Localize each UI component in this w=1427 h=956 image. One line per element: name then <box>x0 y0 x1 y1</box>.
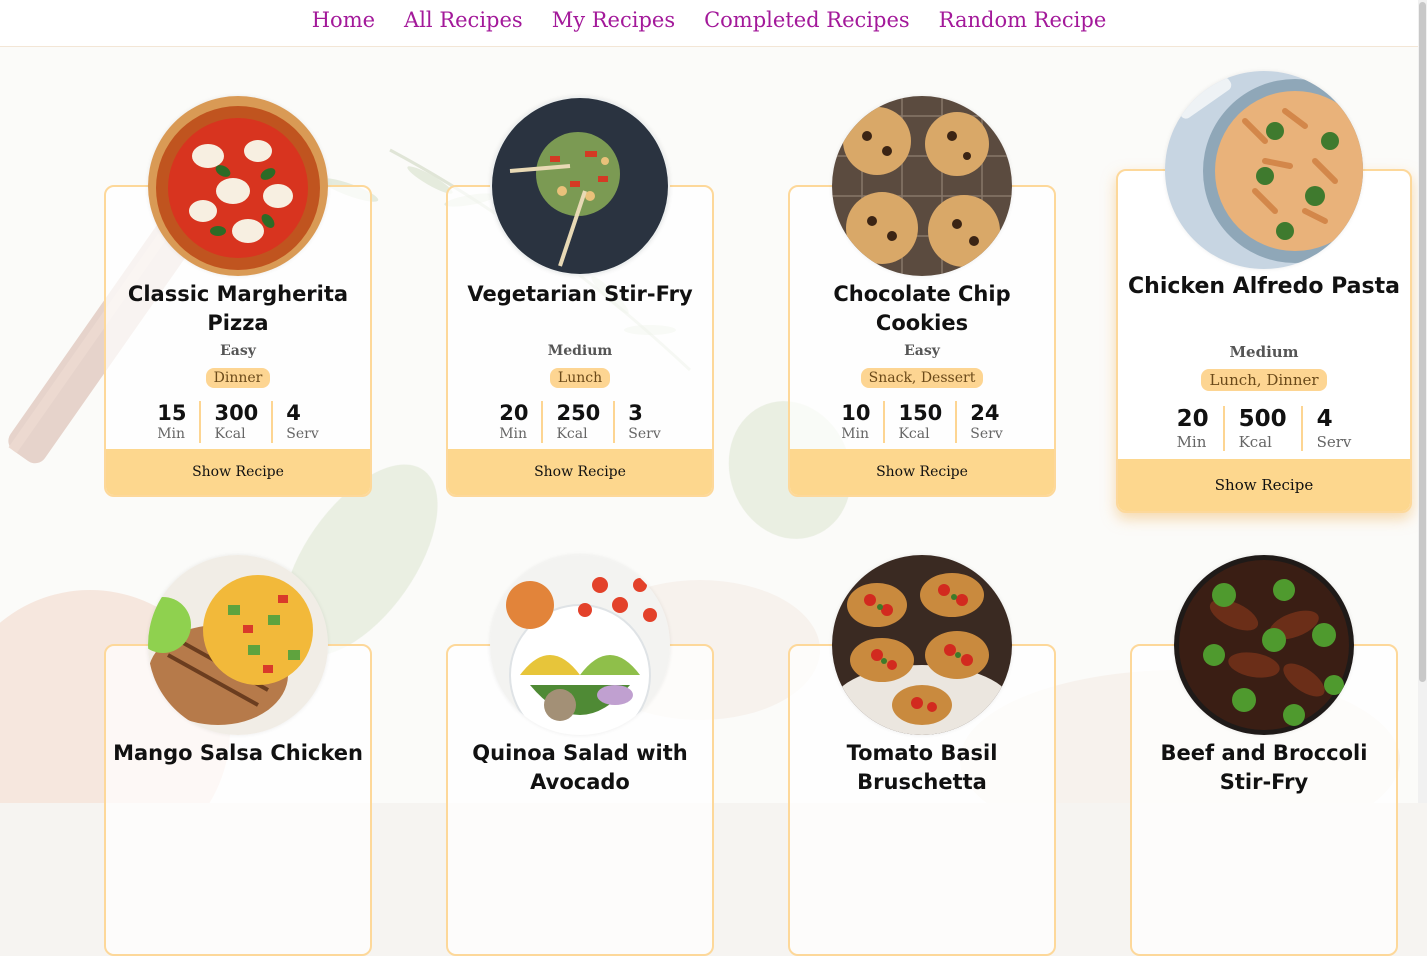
time-unit: Min <box>157 426 186 442</box>
servings-value: 24 <box>970 401 1000 425</box>
recipe-stats: 20 Min 500 Kcal 4 Serv <box>1118 406 1410 451</box>
calories-unit: Kcal <box>214 426 246 442</box>
scrollbar-thumb[interactable] <box>1419 2 1426 682</box>
calories-unit: Kcal <box>556 426 588 442</box>
servings-unit: Serv <box>970 426 1003 442</box>
show-recipe-button[interactable]: Show Recipe <box>790 449 1054 495</box>
difficulty-label: Easy <box>220 343 256 359</box>
calories-value: 500 <box>1238 406 1287 432</box>
nav-home-link[interactable]: Home <box>312 8 375 32</box>
recipe-title: Mango Salsa Chicken <box>113 741 363 765</box>
recipe-stats: 10 Min 150 Kcal 24 Serv <box>790 401 1054 443</box>
chicken-photo <box>148 555 328 735</box>
time-unit: Min <box>1176 433 1207 451</box>
servings-value: 3 <box>628 401 643 425</box>
calories-value: 150 <box>898 401 943 425</box>
servings-unit: Serv <box>1316 433 1352 451</box>
recipe-title: Classic Margherita Pizza <box>127 282 349 335</box>
stir-fry-photo <box>490 96 670 276</box>
servings-value: 4 <box>1316 406 1333 432</box>
pasta-photo <box>1165 71 1363 269</box>
recipe-stats: 20 Min 250 Kcal 3 Serv <box>448 401 712 443</box>
scrollbar[interactable] <box>1418 0 1427 803</box>
calories-value: 300 <box>214 401 259 425</box>
show-recipe-button[interactable]: Show Recipe <box>106 449 370 495</box>
difficulty-label: Medium <box>547 343 613 359</box>
top-navbar: Home All Recipes My Recipes Completed Re… <box>0 0 1418 47</box>
recipe-title: Chocolate Chip Cookies <box>833 282 1011 335</box>
recipe-title: Vegetarian Stir-Fry <box>467 282 693 306</box>
difficulty-label: Medium <box>1229 343 1299 361</box>
meal-type-badge: Dinner <box>205 368 271 388</box>
meal-type-badge: Lunch, Dinner <box>1201 369 1327 391</box>
time-value: 20 <box>499 401 529 425</box>
calories-unit: Kcal <box>898 426 930 442</box>
servings-value: 4 <box>286 401 301 425</box>
meal-type-badge: Lunch <box>549 368 611 388</box>
recipe-title: Chicken Alfredo Pasta <box>1128 274 1400 299</box>
difficulty-label: Easy <box>904 343 940 359</box>
beef-broccoli-photo <box>1174 555 1354 735</box>
time-value: 20 <box>1176 406 1209 432</box>
nav-all-recipes-link[interactable]: All Recipes <box>404 8 523 32</box>
bruschetta-photo <box>832 555 1012 735</box>
pizza-photo <box>148 96 328 276</box>
time-value: 15 <box>157 401 187 425</box>
recipe-stats: 15 Min 300 Kcal 4 Serv <box>106 401 370 443</box>
show-recipe-button[interactable]: Show Recipe <box>448 449 712 495</box>
cookies-photo <box>832 96 1012 276</box>
time-unit: Min <box>841 426 870 442</box>
nav-completed-recipes-link[interactable]: Completed Recipes <box>704 8 910 32</box>
nav-my-recipes-link[interactable]: My Recipes <box>552 8 675 32</box>
recipe-title: Beef and Broccoli Stir-Fry <box>1160 741 1368 794</box>
calories-value: 250 <box>556 401 601 425</box>
nav-random-recipe-link[interactable]: Random Recipe <box>939 8 1107 32</box>
meal-type-badge: Snack, Dessert <box>860 368 984 388</box>
servings-unit: Serv <box>628 426 661 442</box>
recipe-title: Tomato Basil Bruschetta <box>846 741 998 794</box>
servings-unit: Serv <box>286 426 319 442</box>
time-unit: Min <box>499 426 528 442</box>
calories-unit: Kcal <box>1238 433 1272 451</box>
salad-photo <box>490 555 670 735</box>
recipe-title: Quinoa Salad with Avocado <box>472 741 688 794</box>
time-value: 10 <box>841 401 871 425</box>
show-recipe-button[interactable]: Show Recipe <box>1118 459 1410 511</box>
